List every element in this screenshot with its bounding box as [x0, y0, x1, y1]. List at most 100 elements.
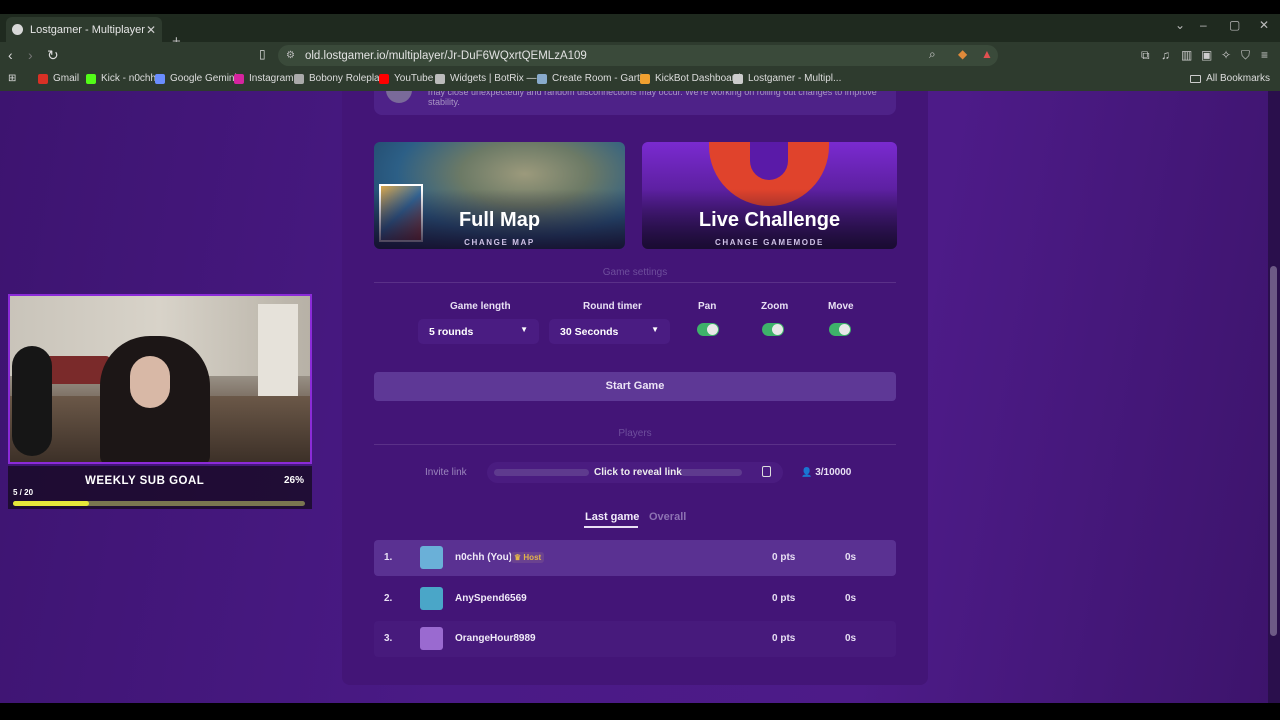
player-name: n0chh (You)	[455, 552, 513, 563]
move-toggle[interactable]	[829, 323, 851, 336]
pan-label: Pan	[698, 301, 717, 312]
game-length-value: 5 rounds	[429, 325, 474, 338]
time: 0s	[845, 633, 857, 644]
game-length-select[interactable]: 5 rounds ▼	[418, 319, 539, 344]
person-icon: 👤	[801, 467, 813, 477]
botrix-icon	[435, 73, 445, 84]
vpn-icon[interactable]: ⛉	[1241, 48, 1250, 63]
media-icon[interactable]: ♫	[1161, 48, 1170, 62]
chevron-down-icon: ▼	[520, 325, 528, 334]
bookmark-gartic[interactable]: Create Room - Garti...	[537, 73, 650, 84]
lostgamer-icon	[733, 73, 743, 84]
bookmark-kickbot[interactable]: KickBot Dashboard	[640, 73, 741, 84]
goal-percent: 26%	[284, 475, 305, 486]
rank: 1.	[384, 552, 393, 563]
change-gamemode-card[interactable]: Live Challenge CHANGE GAMEMODE	[642, 142, 897, 249]
tab-last-game[interactable]: Last game	[585, 511, 639, 523]
youtube-icon	[379, 73, 389, 84]
reload-icon[interactable]: ↻	[47, 47, 59, 64]
avatar	[420, 587, 443, 610]
browser-tab[interactable]: Lostgamer - Multiplayer ✕	[6, 17, 162, 42]
gartic-icon	[537, 73, 547, 84]
bookmark-youtube[interactable]: YouTube	[379, 73, 433, 84]
host-badge: ♛ Host	[511, 552, 545, 563]
wallet-icon[interactable]: ▣	[1201, 48, 1212, 62]
goal-progress-fill	[13, 501, 89, 506]
table-row: 1. n0chh (You) ♛ Host 0 pts 0s	[374, 540, 896, 576]
extensions-icon[interactable]: ⧉	[1141, 48, 1150, 63]
copy-icon[interactable]	[762, 466, 771, 477]
sidebar-icon[interactable]: ▥	[1181, 48, 1192, 62]
globe-icon	[294, 73, 304, 84]
bookmark-gmail[interactable]: Gmail	[38, 73, 79, 84]
game-length-label: Game length	[450, 301, 511, 312]
round-timer-label: Round timer	[583, 301, 642, 312]
bookmark-bobony[interactable]: Bobony Roleplay	[294, 73, 385, 84]
round-timer-select[interactable]: 30 Seconds ▼	[549, 319, 670, 344]
webcam-overlay	[8, 294, 312, 464]
rank: 2.	[384, 593, 393, 604]
change-map-card[interactable]: Full Map CHANGE MAP	[374, 142, 625, 249]
notice-text: may close unexpectedly and random discon…	[428, 91, 877, 107]
bookmark-instagram[interactable]: Instagram	[234, 73, 293, 84]
bookmark-icon[interactable]: ▯	[259, 47, 266, 61]
gamemode-subtitle: CHANGE GAMEMODE	[715, 238, 824, 247]
start-game-button[interactable]: Start Game	[374, 372, 896, 401]
invite-link-label: Invite link	[425, 467, 467, 478]
back-icon[interactable]: ‹	[8, 47, 13, 63]
menu-icon[interactable]: ≡	[1261, 48, 1268, 62]
zoom-toggle[interactable]	[762, 323, 784, 336]
gmail-icon	[38, 73, 48, 84]
player-name: AnySpend6569	[455, 593, 527, 604]
folder-icon	[1190, 74, 1202, 83]
map-subtitle: CHANGE MAP	[464, 238, 535, 247]
move-label: Move	[828, 301, 854, 312]
leo-icon[interactable]: ✧	[1221, 48, 1231, 62]
os-bottom-bar	[0, 703, 1280, 720]
time: 0s	[845, 552, 857, 563]
close-window-icon[interactable]: ✕	[1259, 18, 1269, 32]
table-row: 2. AnySpend6569 0 pts 0s	[374, 581, 896, 617]
minimize-icon[interactable]: –	[1200, 18, 1207, 32]
maximize-icon[interactable]: ▢	[1229, 18, 1240, 32]
url-field[interactable]: ⚙ old.lostgamer.io/multiplayer/Jr-DuF6WQ…	[278, 45, 998, 66]
avatar	[420, 627, 443, 650]
zoom-label: Zoom	[761, 301, 789, 312]
divider	[374, 444, 896, 445]
tab-search-icon[interactable]: ⌄	[1175, 18, 1185, 32]
kickbot-icon	[640, 73, 650, 84]
bookmark-kick[interactable]: Kick - n0chh	[86, 73, 156, 84]
zoom-search-icon[interactable]: ⌕	[929, 47, 936, 62]
points: 0 pts	[772, 633, 796, 644]
player-count: 👤 3/10000	[801, 467, 852, 478]
forward-icon[interactable]: ›	[28, 47, 33, 63]
player-name: OrangeHour8989	[455, 633, 536, 644]
goal-progress-bar	[13, 501, 305, 506]
site-favicon-icon	[12, 24, 23, 35]
bookmark-botrix[interactable]: Widgets | BotRix —...	[435, 73, 545, 84]
os-top-bar	[0, 0, 1280, 14]
all-bookmarks[interactable]: All Bookmarks	[1190, 73, 1270, 84]
goal-title: WEEKLY SUB GOAL	[85, 475, 205, 487]
brave-shield-icon[interactable]: ◆	[958, 47, 967, 61]
kick-icon	[86, 73, 96, 84]
bookmark-lostgamer[interactable]: Lostgamer - Multipl...	[733, 73, 841, 84]
sub-goal-widget: WEEKLY SUB GOAL 26% 5 / 20	[8, 466, 312, 509]
bookmark-gemini[interactable]: Google Gemini	[155, 73, 237, 84]
instagram-icon	[234, 73, 244, 84]
rewards-icon[interactable]: ▲	[981, 47, 993, 61]
tab-title: Lostgamer - Multiplayer	[30, 23, 145, 36]
tab-overall[interactable]: Overall	[649, 511, 686, 523]
goal-count: 5 / 20	[13, 488, 34, 497]
tab-strip: Lostgamer - Multiplayer ✕ +	[0, 14, 1280, 50]
avatar	[420, 546, 443, 569]
gemini-icon	[155, 73, 165, 84]
site-info-icon[interactable]: ⚙	[286, 50, 295, 61]
time: 0s	[845, 593, 857, 604]
scrollbar-thumb[interactable]	[1270, 266, 1277, 636]
reveal-link-text[interactable]: Click to reveal link	[594, 467, 682, 478]
map-title: Full Map	[458, 209, 541, 231]
close-tab-icon[interactable]: ✕	[146, 23, 156, 37]
apps-grid-icon[interactable]: ⊞	[8, 73, 16, 84]
pan-toggle[interactable]	[697, 323, 719, 336]
